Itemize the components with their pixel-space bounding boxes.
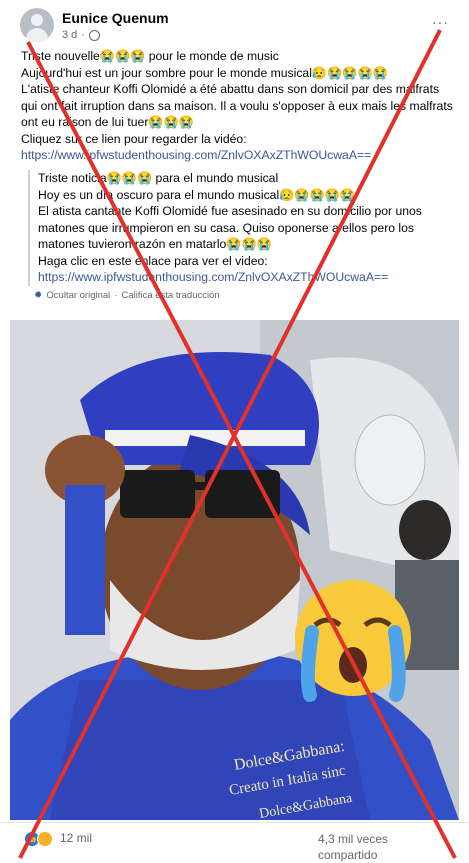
rate-translation-link[interactable]: Califica esta traducción [121, 290, 219, 301]
translation-line: Haga clic en este enlace para ver el vid… [38, 253, 268, 268]
translation-line: Hoy es un día oscuro para el mundo music… [38, 187, 356, 202]
photo-illustration: Dolce&Gabbana: Creato in Italia sinc Dol… [10, 320, 459, 820]
hide-original-link[interactable]: Ocultar original [46, 290, 110, 301]
post-line: Aujourd'hui est un jour sombre pour le m… [21, 65, 388, 80]
more-options-button[interactable]: ··· [432, 14, 449, 30]
post-link[interactable]: https://www.ipfwstudenthousing.com/ZnlvO… [21, 147, 461, 164]
post-line: Triste nouvelle😭😭😭 pour le monde de musi… [21, 49, 279, 63]
post-line: Cliquez sur ce lien pour regarder la vid… [21, 131, 247, 146]
post-time[interactable]: 3 d [62, 29, 77, 41]
reactions-bar: 👍 12 mil 4,3 mil veces compartido [0, 822, 469, 863]
author-avatar[interactable] [20, 8, 54, 42]
post-header: Eunice Quenum 3 d · ··· [0, 0, 469, 44]
translation-line: Triste noticia😭😭😭 para el mundo musical [38, 171, 279, 185]
translation-link[interactable]: https://www.ipfwstudenthousing.com/ZnlvO… [38, 269, 468, 286]
author-name[interactable]: Eunice Quenum [62, 10, 169, 26]
post-meta: 3 d · [62, 29, 100, 41]
reaction-count[interactable]: 12 mil [60, 831, 92, 845]
globe-icon [88, 29, 100, 41]
post-photo[interactable]: Dolce&Gabbana: Creato in Italia sinc Dol… [10, 320, 459, 820]
share-count[interactable]: 4,3 mil veces compartido [318, 831, 388, 863]
post-line: L'atiste chanteur Koffi Olomidé a été ab… [21, 82, 440, 96]
gear-icon[interactable]: ✹ [34, 290, 42, 301]
sad-reaction-icon [37, 831, 53, 847]
translation-line: El atista cantante Koffi Olomidé fue ase… [38, 204, 422, 218]
post-line: qui ont fait irruption dans sa maison. I… [21, 98, 453, 113]
translation-block: Triste noticia😭😭😭 para el mundo musical … [28, 170, 468, 286]
post-body: Triste nouvelle😭😭😭 pour le monde de musi… [21, 48, 461, 164]
translation-line: matones que irrumpieron en su casa. Quis… [38, 220, 414, 235]
reaction-icons[interactable]: 👍 [24, 831, 53, 847]
post-line: ont eu raison de lui tuer😭😭😭 [21, 115, 194, 129]
crying-emoji-sticker [295, 580, 411, 702]
translation-actions: ✹ Ocultar original · Califica esta tradu… [34, 290, 220, 301]
translation-line: matones tuvieron razón en matarlo😭😭😭 [38, 237, 272, 251]
